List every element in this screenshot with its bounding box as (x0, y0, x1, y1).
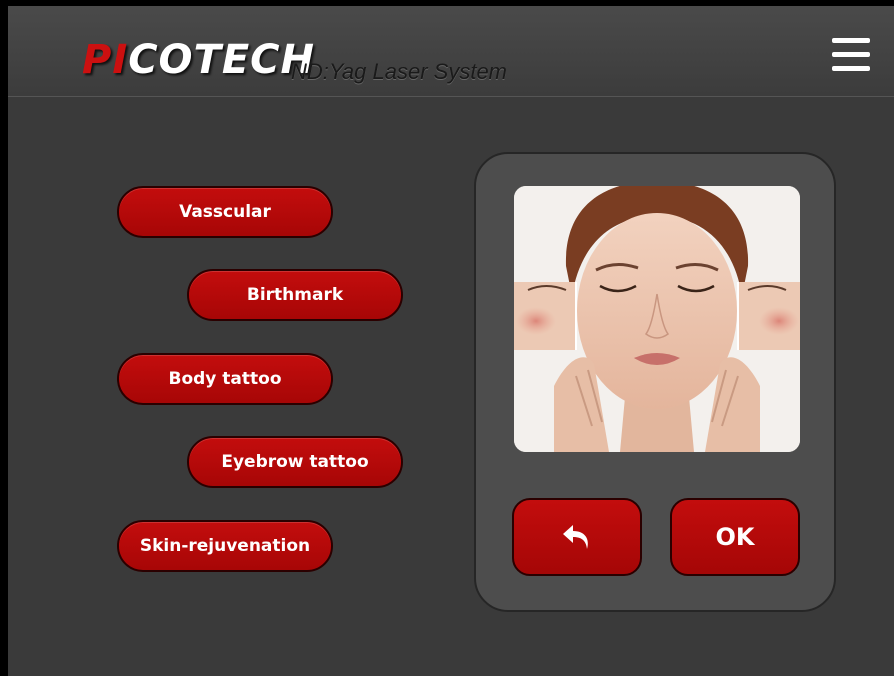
eyebrow-tattoo-button[interactable]: Eyebrow tattoo (187, 436, 403, 488)
body-tattoo-button[interactable]: Body tattoo (117, 353, 333, 405)
undo-arrow-icon (563, 525, 588, 549)
header-bar: PICOTECH ND:Yag Laser System (8, 6, 894, 97)
preview-panel: OK (474, 152, 836, 612)
face-photo-illustration (514, 186, 800, 452)
app-screen: PICOTECH ND:Yag Laser System Vasscular B… (8, 6, 894, 676)
logo-red-part: PI (82, 37, 129, 83)
system-subtitle: ND:Yag Laser System (291, 59, 508, 84)
logo-white-part: COTECH (128, 37, 316, 83)
skin-rejuvenation-button[interactable]: Skin-rejuvenation (117, 520, 333, 572)
treatment-preview-image (514, 186, 800, 452)
ok-button[interactable]: OK (670, 498, 800, 576)
brand-logo: PICOTECH (82, 40, 315, 80)
vascular-button[interactable]: Vasscular (117, 186, 333, 238)
hamburger-menu-icon[interactable] (832, 38, 870, 72)
birthmark-button[interactable]: Birthmark (187, 269, 403, 321)
back-button[interactable] (512, 498, 642, 576)
